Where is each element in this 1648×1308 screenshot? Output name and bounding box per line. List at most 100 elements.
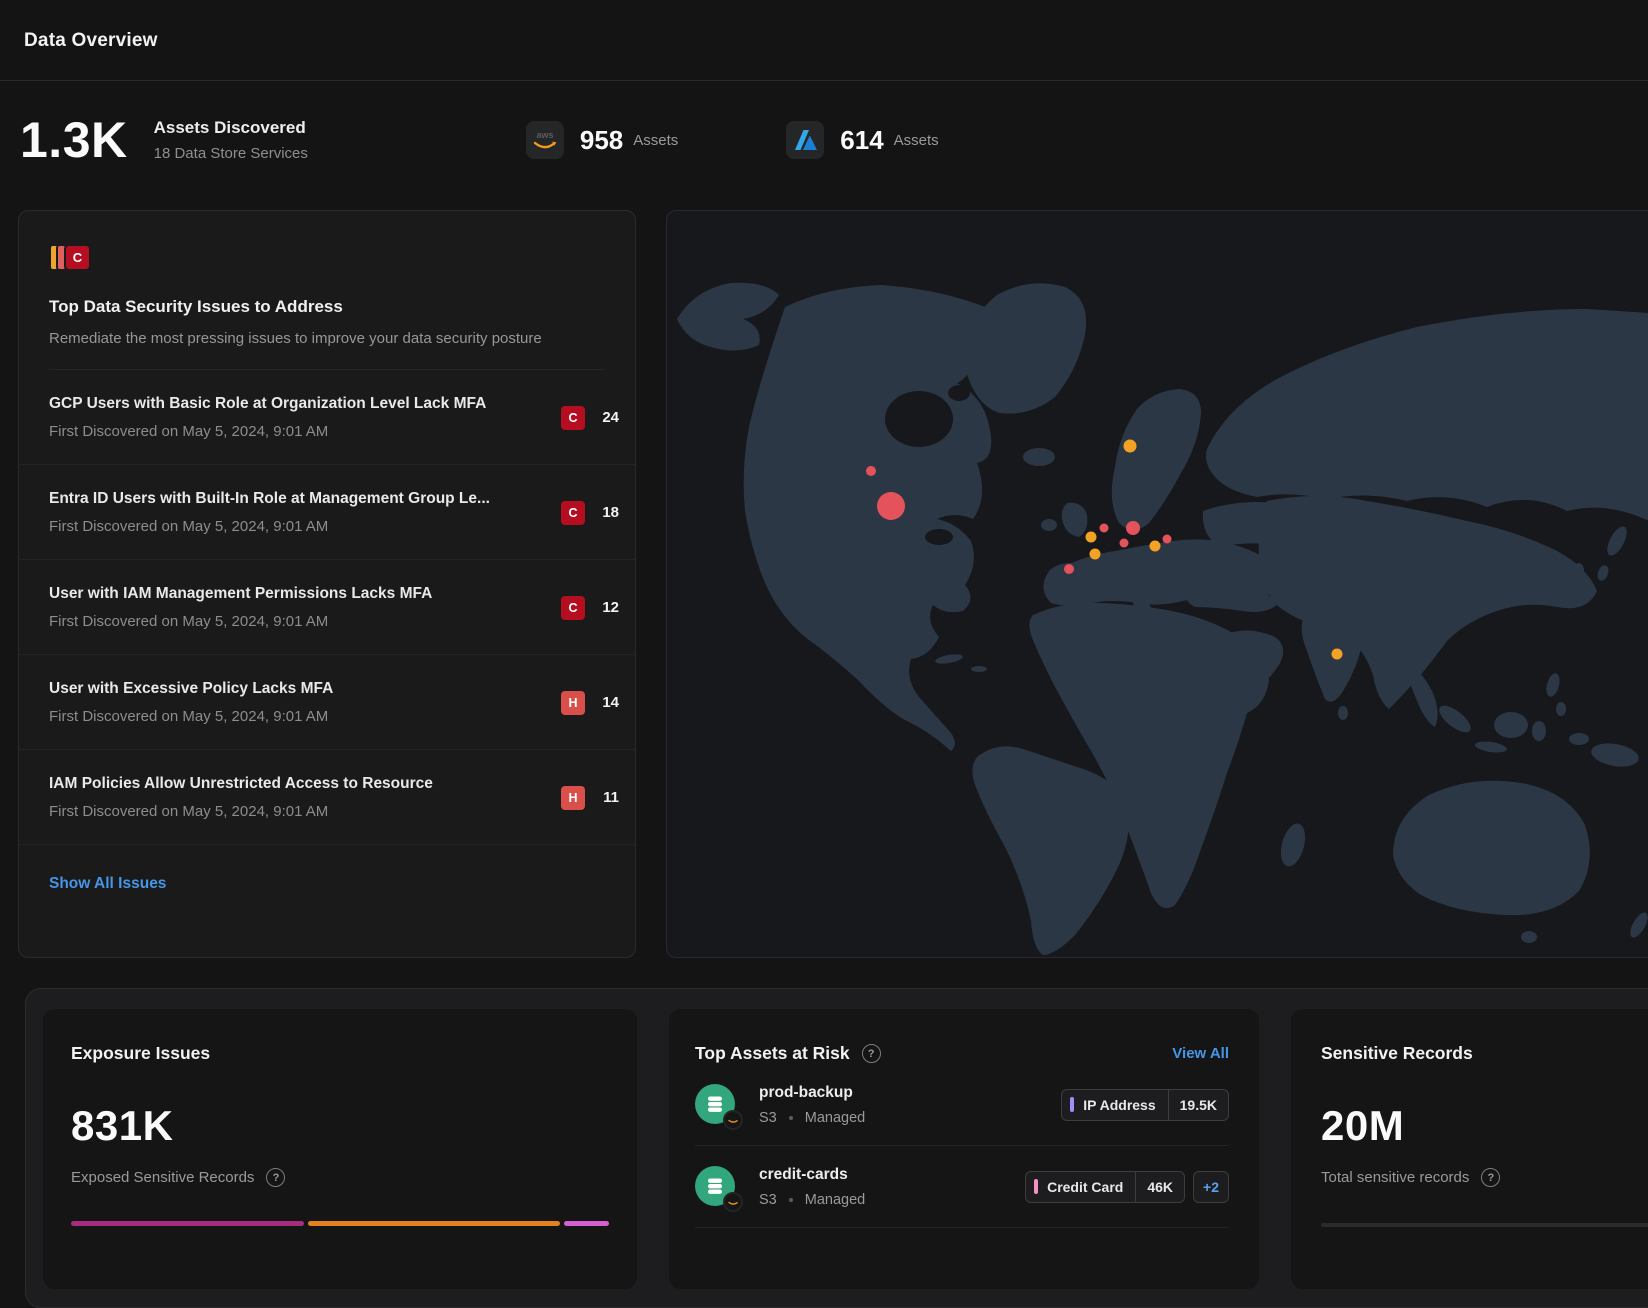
bottom-summary-section: Exposure Issues 831K Exposed Sensitive R…	[25, 988, 1648, 1308]
top-assets-card: Top Assets at Risk View All	[669, 1009, 1259, 1289]
world-map	[667, 211, 1648, 958]
issue-row[interactable]: IAM Policies Allow Unrestricted Access t…	[19, 750, 635, 845]
map-dot-scandinavia	[1124, 440, 1137, 453]
asset-row[interactable]: prod-backup S3 Managed IP Address 19.5K	[695, 1064, 1229, 1146]
issue-discovered-date: First Discovered on May 5, 2024, 9:01 AM	[49, 708, 547, 725]
issue-count: 14	[585, 694, 619, 711]
assets-discovered-count: 1.3K	[20, 111, 128, 169]
exposure-bar-segment	[71, 1221, 304, 1226]
chip-color-bar	[1034, 1179, 1038, 1194]
top-assets-title: Top Assets at Risk	[695, 1043, 850, 1064]
issue-discovered-date: First Discovered on May 5, 2024, 9:01 AM	[49, 803, 547, 820]
page-title: Data Overview	[24, 30, 158, 52]
assets-discovered-label: Assets Discovered	[154, 118, 308, 138]
map-dot-europe	[1120, 539, 1129, 548]
asset-name: credit-cards	[759, 1166, 1025, 1184]
issue-count: 11	[585, 789, 619, 806]
map-dot-europe	[1163, 535, 1172, 544]
issue-row[interactable]: User with Excessive Policy Lacks MFA Fir…	[19, 655, 635, 750]
map-dot-europe	[1150, 541, 1161, 552]
map-dot-canada-large	[877, 492, 905, 520]
dot-separator-icon	[789, 1198, 793, 1202]
map-dot-europe-large	[1126, 521, 1140, 535]
severity-badge: C	[561, 501, 585, 525]
issue-discovered-date: First Discovered on May 5, 2024, 9:01 AM	[49, 613, 547, 630]
more-classes-badge[interactable]: +2	[1193, 1171, 1229, 1203]
asset-service: S3	[759, 1110, 777, 1126]
aws-icon: aws	[526, 121, 564, 159]
map-dot-spain	[1064, 564, 1074, 574]
sensitive-records-title: Sensitive Records	[1321, 1043, 1473, 1064]
sensitive-records-card: Sensitive Records 20M Total sensitive re…	[1291, 1009, 1648, 1289]
help-icon[interactable]	[862, 1044, 881, 1063]
exposure-bar-segment	[308, 1221, 560, 1226]
top-issues-panel: C Top Data Security Issues to Address Re…	[18, 210, 636, 958]
azure-assets-count: 614	[840, 125, 883, 156]
severity-badge: C	[561, 406, 585, 430]
issue-title: User with IAM Management Permissions Lac…	[49, 585, 547, 603]
data-store-services-label: 18 Data Store Services	[154, 145, 308, 162]
exposure-issues-title: Exposure Issues	[71, 1043, 210, 1064]
view-all-link[interactable]: View All	[1172, 1045, 1229, 1062]
issue-row[interactable]: Entra ID Users with Built-In Role at Man…	[19, 465, 635, 560]
issue-title: Entra ID Users with Built-In Role at Man…	[49, 490, 547, 508]
stats-row: 1.3K Assets Discovered 18 Data Store Ser…	[20, 104, 939, 176]
issue-count: 18	[585, 504, 619, 521]
chip-count: 19.5K	[1168, 1090, 1228, 1120]
azure-assets-label: Assets	[894, 132, 939, 149]
data-class-chip: IP Address 19.5K	[1061, 1089, 1229, 1121]
severity-badge: C	[561, 596, 585, 620]
severity-badge: H	[561, 691, 585, 715]
severity-badge: H	[561, 786, 585, 810]
critical-badge-icon: C	[64, 244, 91, 271]
issue-row[interactable]: User with IAM Management Permissions Lac…	[19, 560, 635, 655]
sensitive-records-bar	[1321, 1223, 1648, 1227]
issues-panel-title: Top Data Security Issues to Address	[49, 297, 605, 317]
issue-discovered-date: First Discovered on May 5, 2024, 9:01 AM	[49, 518, 547, 535]
asset-row[interactable]: credit-cards S3 Managed Credit Card 46K …	[695, 1146, 1229, 1228]
issue-count: 24	[585, 409, 619, 426]
map-dot-india	[1332, 649, 1343, 660]
data-class-chip: Credit Card 46K	[1025, 1171, 1185, 1203]
issue-title: GCP Users with Basic Role at Organizatio…	[49, 395, 547, 413]
dot-separator-icon	[789, 1116, 793, 1120]
issue-title: IAM Policies Allow Unrestricted Access t…	[49, 775, 547, 793]
help-icon[interactable]	[266, 1168, 285, 1187]
header-divider	[0, 80, 1648, 81]
issue-discovered-date: First Discovered on May 5, 2024, 9:01 AM	[49, 423, 547, 440]
exposed-records-label: Exposed Sensitive Records	[71, 1169, 254, 1186]
severity-stack-icon: C	[49, 243, 605, 271]
azure-icon	[786, 121, 824, 159]
exposure-bar-segment	[564, 1221, 610, 1226]
exposed-records-value: 831K	[71, 1102, 609, 1150]
chip-count: 46K	[1135, 1172, 1184, 1202]
aws-assets-stat: aws 958 Assets	[526, 121, 678, 159]
help-icon[interactable]	[1481, 1168, 1500, 1187]
chip-label-text: Credit Card	[1047, 1179, 1123, 1195]
asset-status: Managed	[805, 1110, 865, 1126]
show-all-issues-link[interactable]: Show All Issues	[19, 845, 196, 923]
aws-provider-badge-icon	[723, 1110, 743, 1130]
issue-count: 12	[585, 599, 619, 616]
aws-assets-label: Assets	[633, 132, 678, 149]
asset-status: Managed	[805, 1192, 865, 1208]
exposure-issues-card: Exposure Issues 831K Exposed Sensitive R…	[43, 1009, 637, 1289]
map-dot-europe	[1100, 524, 1109, 533]
sensitive-records-label: Total sensitive records	[1321, 1169, 1469, 1186]
chip-color-bar	[1070, 1097, 1074, 1112]
exposure-bar	[71, 1221, 609, 1226]
asset-service: S3	[759, 1192, 777, 1208]
aws-provider-badge-icon	[723, 1192, 743, 1212]
map-dot-europe	[1086, 532, 1097, 543]
map-dot-canada-small	[866, 466, 876, 476]
asset-name: prod-backup	[759, 1084, 1061, 1102]
aws-assets-count: 958	[580, 125, 623, 156]
sensitive-records-value: 20M	[1321, 1102, 1648, 1150]
chip-label-text: IP Address	[1083, 1097, 1155, 1113]
world-map-panel	[666, 210, 1648, 958]
svg-text:aws: aws	[536, 130, 553, 140]
issue-title: User with Excessive Policy Lacks MFA	[49, 680, 547, 698]
issue-row[interactable]: GCP Users with Basic Role at Organizatio…	[19, 370, 635, 465]
map-dot-europe	[1090, 549, 1101, 560]
azure-assets-stat: 614 Assets	[786, 121, 938, 159]
